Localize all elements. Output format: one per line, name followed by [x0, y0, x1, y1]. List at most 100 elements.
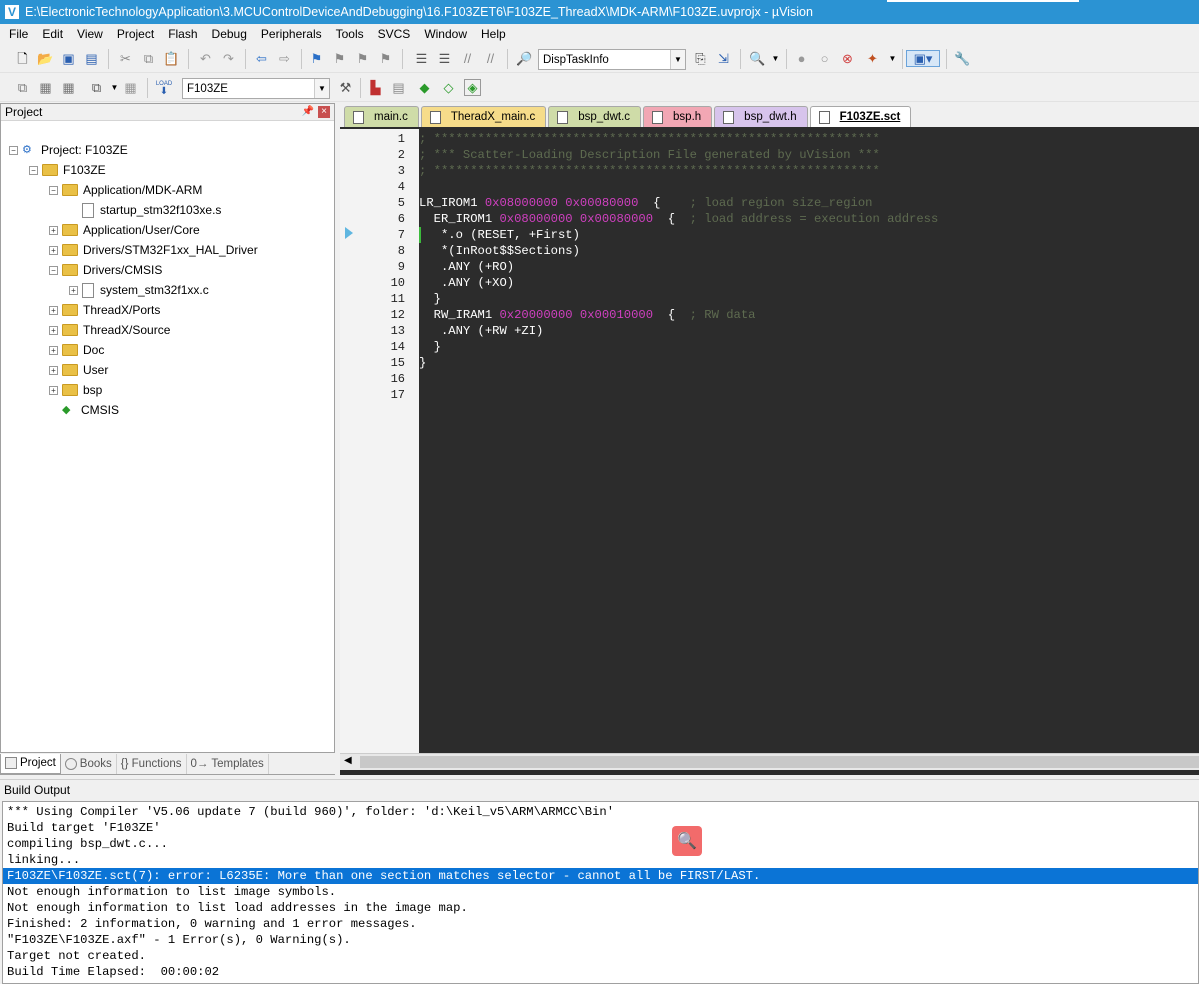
scroll-left-icon[interactable]: ◀ [344, 755, 352, 766]
code-line[interactable]: LR_IROM1 0x08000000 0x00080000 { ; load … [419, 195, 872, 211]
navigate-forward-icon[interactable]: ⇨ [276, 50, 293, 67]
unindent-icon[interactable]: ☰ [436, 50, 453, 67]
window-layout-icon[interactable]: ▣▾ [906, 50, 940, 67]
tree-item[interactable]: − ⚙ Project: F103ZE [9, 140, 128, 160]
menu-file[interactable]: File [2, 27, 35, 41]
collapse-icon[interactable]: − [49, 265, 58, 275]
code-line[interactable]: ; **************************************… [419, 131, 880, 147]
clear-bookmarks-icon[interactable]: ⚑ [377, 50, 394, 67]
build-output-pane[interactable]: *** Using Compiler 'V5.06 update 7 (buil… [2, 801, 1199, 984]
tree-item[interactable]: + ThreadX/Source [49, 320, 170, 340]
code-line[interactable]: ; **************************************… [419, 163, 880, 179]
menu-view[interactable]: View [70, 27, 110, 41]
code-line[interactable]: } [419, 291, 441, 307]
build-output-line[interactable]: "F103ZE\F103ZE.axf" - 1 Error(s), 0 Warn… [3, 932, 1198, 948]
undo-icon[interactable]: ↶ [197, 50, 214, 67]
menu-help[interactable]: Help [474, 27, 513, 41]
expand-icon[interactable]: + [49, 365, 58, 375]
save-icon[interactable]: ▣ [60, 50, 77, 67]
horizontal-scrollbar[interactable]: ◀ [340, 753, 1199, 770]
tab-books[interactable]: Books [61, 753, 117, 774]
code-line[interactable]: .ANY (+XO) [419, 275, 514, 291]
manage-rte-icon[interactable]: ◆ [416, 79, 433, 96]
breakpoint-icon[interactable]: ● [793, 50, 810, 67]
tab-project[interactable]: Project [0, 753, 61, 774]
next-bookmark-icon[interactable]: ⚑ [354, 50, 371, 67]
build-icon[interactable]: ▦ [37, 79, 54, 96]
new-file-icon[interactable]: 🗋 [14, 50, 31, 67]
build-output-line[interactable]: Build target 'F103ZE' [3, 820, 1198, 836]
menu-edit[interactable]: Edit [35, 27, 70, 41]
prev-bookmark-icon[interactable]: ⚑ [331, 50, 348, 67]
uncomment-icon[interactable]: // [482, 50, 499, 67]
save-all-icon[interactable]: ▤ [83, 50, 100, 67]
editor-tab[interactable]: TheradX_main.c [420, 106, 547, 127]
pin-icon[interactable]: 📌 [302, 106, 314, 117]
tree-item[interactable]: + system_stm32f1xx.c [69, 280, 209, 300]
build-output-line[interactable]: compiling bsp_dwt.c... [3, 836, 1198, 852]
code-line[interactable]: RW_IRAM1 0x20000000 0x00010000 { ; RW da… [419, 307, 756, 323]
batch-build-icon[interactable]: ⧉ [88, 79, 105, 96]
tab-functions[interactable]: {} Functions [117, 753, 187, 774]
debug-session-icon[interactable]: 🔍 [749, 50, 766, 67]
find-combo[interactable]: DispTaskInfo ▼ [538, 49, 686, 70]
cut-icon[interactable]: ✂ [117, 50, 134, 67]
translate-icon[interactable]: ⧉ [14, 79, 31, 96]
menu-flash[interactable]: Flash [161, 27, 204, 41]
copy-icon[interactable]: ⧉ [140, 50, 157, 67]
build-output-line[interactable]: Target not created. [3, 948, 1198, 964]
expand-icon[interactable]: + [49, 305, 58, 315]
tab-templates[interactable]: 0→ Templates [187, 753, 269, 774]
tree-item[interactable]: + bsp [49, 380, 102, 400]
expand-icon[interactable]: + [49, 245, 58, 255]
target-options-icon[interactable]: ⚒ [337, 79, 354, 96]
tree-item[interactable]: − F103ZE [29, 160, 106, 180]
collapse-icon[interactable]: − [49, 185, 58, 195]
navigate-back-icon[interactable]: ⇦ [253, 50, 270, 67]
build-output-line[interactable]: linking... [3, 852, 1198, 868]
code-line[interactable]: .ANY (+RO) [419, 259, 514, 275]
tree-item[interactable]: ◆ CMSIS [49, 400, 119, 420]
tree-item[interactable]: + Drivers/STM32F1xx_HAL_Driver [49, 240, 258, 260]
tree-item[interactable]: + User [49, 360, 108, 380]
menu-tools[interactable]: Tools [329, 27, 371, 41]
chevron-down-icon[interactable]: ▼ [106, 79, 123, 96]
disable-breakpoint-icon[interactable]: ○ [816, 50, 833, 67]
tree-item[interactable]: − Drivers/CMSIS [49, 260, 162, 280]
expand-icon[interactable]: + [49, 385, 58, 395]
expand-icon[interactable]: + [49, 325, 58, 335]
comment-icon[interactable]: // [459, 50, 476, 67]
code-line[interactable]: ER_IROM1 0x08000000 0x00080000 { ; load … [419, 211, 939, 227]
editor-tab[interactable]: main.c [344, 106, 419, 127]
tree-item[interactable]: startup_stm32f103xe.s [69, 200, 221, 220]
build-output-line[interactable]: Finished: 2 information, 0 warning and 1… [3, 916, 1198, 932]
code-line[interactable]: *.o (RESET, +First) [419, 227, 580, 243]
tree-item[interactable]: + Application/User/Core [49, 220, 200, 240]
bookmark-icon[interactable]: ⚑ [308, 50, 325, 67]
menu-svcs[interactable]: SVCS [371, 27, 418, 41]
find-in-files-icon[interactable]: 🔎 [516, 50, 533, 67]
select-packs-icon[interactable]: ▤ [390, 79, 407, 96]
run-icon[interactable]: ✦ [864, 50, 881, 67]
editor-tab[interactable]: F103ZE.sct [809, 106, 912, 127]
tree-item[interactable]: + Doc [49, 340, 104, 360]
stop-build-icon[interactable]: ▦ [122, 79, 139, 96]
build-output-line[interactable]: F103ZE\F103ZE.sct(7): error: L6235E: Mor… [3, 868, 1198, 884]
code-line[interactable]: *(InRoot$$Sections) [419, 243, 580, 259]
editor-tab[interactable]: bsp.h [643, 106, 713, 127]
rebuild-icon[interactable]: ▦ [60, 79, 77, 96]
search-icon[interactable]: 🔍 [672, 826, 702, 856]
menu-peripherals[interactable]: Peripherals [254, 27, 329, 41]
editor-tab[interactable]: bsp_dwt.h [714, 106, 808, 127]
rte-icon[interactable]: ◈ [464, 79, 481, 96]
chevron-down-icon[interactable]: ▼ [670, 50, 685, 69]
code-line[interactable]: } [419, 339, 441, 355]
chevron-down-icon[interactable]: ▼ [767, 50, 784, 67]
collapse-icon[interactable]: − [9, 145, 18, 155]
build-output-line[interactable]: Not enough information to list load addr… [3, 900, 1198, 916]
code-area[interactable]: ; **************************************… [419, 129, 1199, 753]
menu-project[interactable]: Project [110, 27, 161, 41]
paste-icon[interactable]: 📋 [163, 50, 180, 67]
build-output-line[interactable]: *** Using Compiler 'V5.06 update 7 (buil… [3, 804, 1198, 820]
close-icon[interactable]: × [318, 106, 330, 118]
